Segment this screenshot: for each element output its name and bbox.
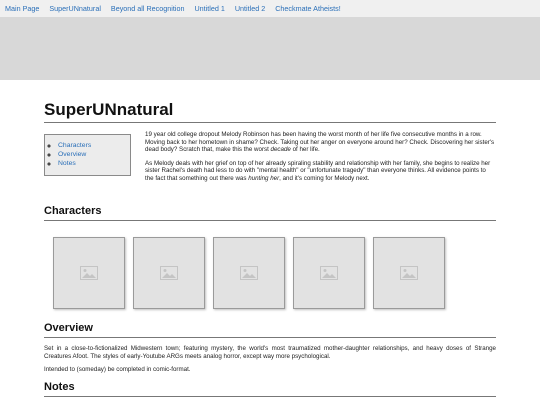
toc-list: Characters Overview Notes: [45, 141, 130, 168]
intro-paragraph-1: 19 year old college dropout Melody Robin…: [145, 131, 496, 154]
intro-section: Characters Overview Notes 19 year old co…: [44, 131, 496, 188]
nav-main-page[interactable]: Main Page: [5, 4, 39, 13]
page-title: SuperUNnatural: [44, 100, 496, 123]
section-title-notes: Notes: [44, 381, 496, 397]
intro-paragraph-2: As Melody deals with her grief on top of…: [145, 160, 496, 183]
nav-untitled-2[interactable]: Untitled 2: [235, 4, 265, 13]
header-banner: [0, 18, 540, 80]
nav-checkmate-atheists[interactable]: Checkmate Atheists!: [275, 4, 341, 13]
toc-link-characters[interactable]: Characters: [58, 142, 91, 149]
toc-link-overview[interactable]: Overview: [58, 151, 86, 158]
intro-p1-end: of her life.: [290, 146, 320, 153]
toc-item: Notes: [58, 159, 130, 168]
character-gallery: [44, 221, 496, 311]
intro-p1-emphasis: decade: [270, 146, 291, 153]
nav-superunnatural[interactable]: SuperUNnatural: [49, 4, 101, 13]
overview-paragraph-2: Intended to (someday) be completed in co…: [44, 366, 191, 373]
section-title-characters: Characters: [44, 205, 496, 221]
image-placeholder-icon: [400, 266, 418, 280]
character-card[interactable]: [53, 237, 125, 309]
intro-p2-emphasis: hunting her: [248, 174, 280, 182]
toc-item: Overview: [58, 150, 130, 159]
character-card[interactable]: [213, 237, 285, 309]
section-title-overview: Overview: [44, 322, 496, 338]
character-card[interactable]: [133, 237, 205, 309]
image-placeholder-icon: [320, 266, 338, 280]
toc-item: Characters: [58, 141, 130, 150]
character-card[interactable]: [373, 237, 445, 309]
intro-text: 19 year old college dropout Melody Robin…: [145, 131, 496, 188]
table-of-contents: Characters Overview Notes: [44, 134, 131, 176]
nav-untitled-1[interactable]: Untitled 1: [194, 4, 224, 13]
nav-beyond-all-recognition[interactable]: Beyond all Recognition: [111, 4, 185, 13]
image-placeholder-icon: [240, 266, 258, 280]
overview-paragraph-1: Set in a close-to-fictionalized Midweste…: [44, 345, 496, 360]
top-nav: Main Page SuperUNnatural Beyond all Reco…: [0, 0, 540, 18]
image-placeholder-icon: [80, 266, 98, 280]
overview-text: Set in a close-to-fictionalized Midweste…: [44, 345, 496, 374]
toc-link-notes[interactable]: Notes: [58, 160, 76, 167]
intro-p2-end: , and it's coming for Melody next.: [279, 174, 370, 182]
image-placeholder-icon: [160, 266, 178, 280]
character-card[interactable]: [293, 237, 365, 309]
main-content: SuperUNnatural Characters Overview Notes…: [0, 100, 540, 397]
